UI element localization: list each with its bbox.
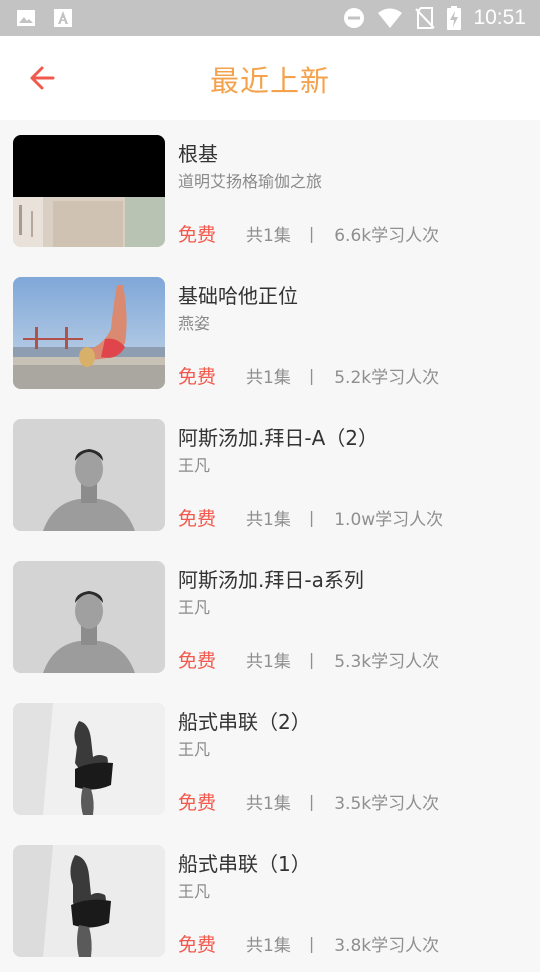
course-title: 船式串联（2） bbox=[178, 710, 311, 734]
learner-count: 3.5k学习人次 bbox=[334, 794, 440, 814]
course-author: 王凡 bbox=[178, 882, 211, 901]
learner-count: 5.3k学习人次 bbox=[334, 652, 440, 672]
course-title: 基础哈他正位 bbox=[178, 284, 298, 308]
course-item[interactable]: 船式串联（2） 王凡 免费 共1集 | 3.5k学习人次 bbox=[0, 688, 540, 830]
course-meta: 免费 共1集 | 1.0w学习人次 bbox=[178, 504, 443, 531]
status-time: 10:51 bbox=[473, 6, 526, 29]
episode-count: 共1集 bbox=[246, 368, 291, 388]
course-meta: 免费 共1集 | 5.2k学习人次 bbox=[178, 362, 439, 389]
course-author: 王凡 bbox=[178, 740, 211, 759]
no-sim-icon bbox=[415, 6, 436, 30]
status-bar-right: 10:51 bbox=[343, 6, 526, 30]
meta-divider: | bbox=[308, 366, 315, 385]
course-thumbnail bbox=[13, 845, 165, 957]
course-item[interactable]: 根基 道明艾扬格瑜伽之旅 免费 共1集 | 6.6k学习人次 bbox=[0, 120, 540, 262]
learner-count: 1.0w学习人次 bbox=[334, 510, 444, 530]
course-thumbnail bbox=[13, 703, 165, 815]
course-item[interactable]: 阿斯汤加.拜日-a系列 王凡 免费 共1集 | 5.3k学习人次 bbox=[0, 546, 540, 688]
learner-count: 6.6k学习人次 bbox=[334, 226, 440, 246]
page-title: 最近上新 bbox=[209, 64, 330, 98]
course-title: 阿斯汤加.拜日-a系列 bbox=[178, 568, 364, 592]
price-label: 免费 bbox=[178, 934, 217, 956]
price-label: 免费 bbox=[178, 650, 217, 672]
episode-count: 共1集 bbox=[246, 794, 291, 814]
learner-count: 5.2k学习人次 bbox=[334, 368, 440, 388]
course-thumbnail bbox=[13, 277, 165, 389]
course-meta: 免费 共1集 | 6.6k学习人次 bbox=[178, 220, 439, 247]
episode-count: 共1集 bbox=[246, 936, 291, 956]
meta-divider: | bbox=[308, 508, 315, 527]
course-meta: 免费 共1集 | 5.3k学习人次 bbox=[178, 646, 439, 673]
wifi-icon bbox=[377, 7, 403, 29]
episode-count: 共1集 bbox=[246, 510, 291, 530]
meta-divider: | bbox=[308, 650, 315, 669]
course-item[interactable]: 阿斯汤加.拜日-A（2） 王凡 免费 共1集 | 1.0w学习人次 bbox=[0, 404, 540, 546]
course-author: 燕姿 bbox=[178, 314, 211, 333]
meta-divider: | bbox=[308, 792, 315, 811]
course-item[interactable]: 船式串联（1） 王凡 免费 共1集 | 3.8k学习人次 bbox=[0, 830, 540, 972]
course-title: 船式串联（1） bbox=[178, 852, 311, 876]
course-list: 根基 道明艾扬格瑜伽之旅 免费 共1集 | 6.6k学习人次 基础哈他正位 燕姿… bbox=[0, 120, 540, 972]
course-meta: 免费 共1集 | 3.5k学习人次 bbox=[178, 788, 439, 815]
status-bar-left bbox=[16, 8, 72, 28]
price-label: 免费 bbox=[178, 508, 217, 530]
course-thumbnail bbox=[13, 135, 165, 247]
course-thumbnail bbox=[13, 419, 165, 531]
font-a-icon bbox=[54, 8, 72, 28]
price-label: 免费 bbox=[178, 792, 217, 814]
app-header: 最近上新 bbox=[0, 36, 540, 120]
course-author: 王凡 bbox=[178, 456, 211, 475]
episode-count: 共1集 bbox=[246, 652, 291, 672]
course-author: 王凡 bbox=[178, 598, 211, 617]
course-thumbnail bbox=[13, 561, 165, 673]
course-title: 根基 bbox=[178, 142, 218, 166]
price-label: 免费 bbox=[178, 366, 217, 388]
meta-divider: | bbox=[308, 934, 315, 953]
price-label: 免费 bbox=[178, 224, 217, 246]
learner-count: 3.8k学习人次 bbox=[334, 936, 440, 956]
course-meta: 免费 共1集 | 3.8k学习人次 bbox=[178, 930, 439, 957]
battery-charging-icon bbox=[447, 6, 462, 30]
course-author: 道明艾扬格瑜伽之旅 bbox=[178, 172, 323, 191]
course-item[interactable]: 基础哈他正位 燕姿 免费 共1集 | 5.2k学习人次 bbox=[0, 262, 540, 404]
status-bar: 10:51 bbox=[0, 0, 540, 36]
image-icon bbox=[16, 8, 36, 28]
meta-divider: | bbox=[308, 224, 315, 243]
episode-count: 共1集 bbox=[246, 226, 291, 246]
course-title: 阿斯汤加.拜日-A（2） bbox=[178, 426, 378, 450]
dnd-icon bbox=[343, 7, 365, 29]
